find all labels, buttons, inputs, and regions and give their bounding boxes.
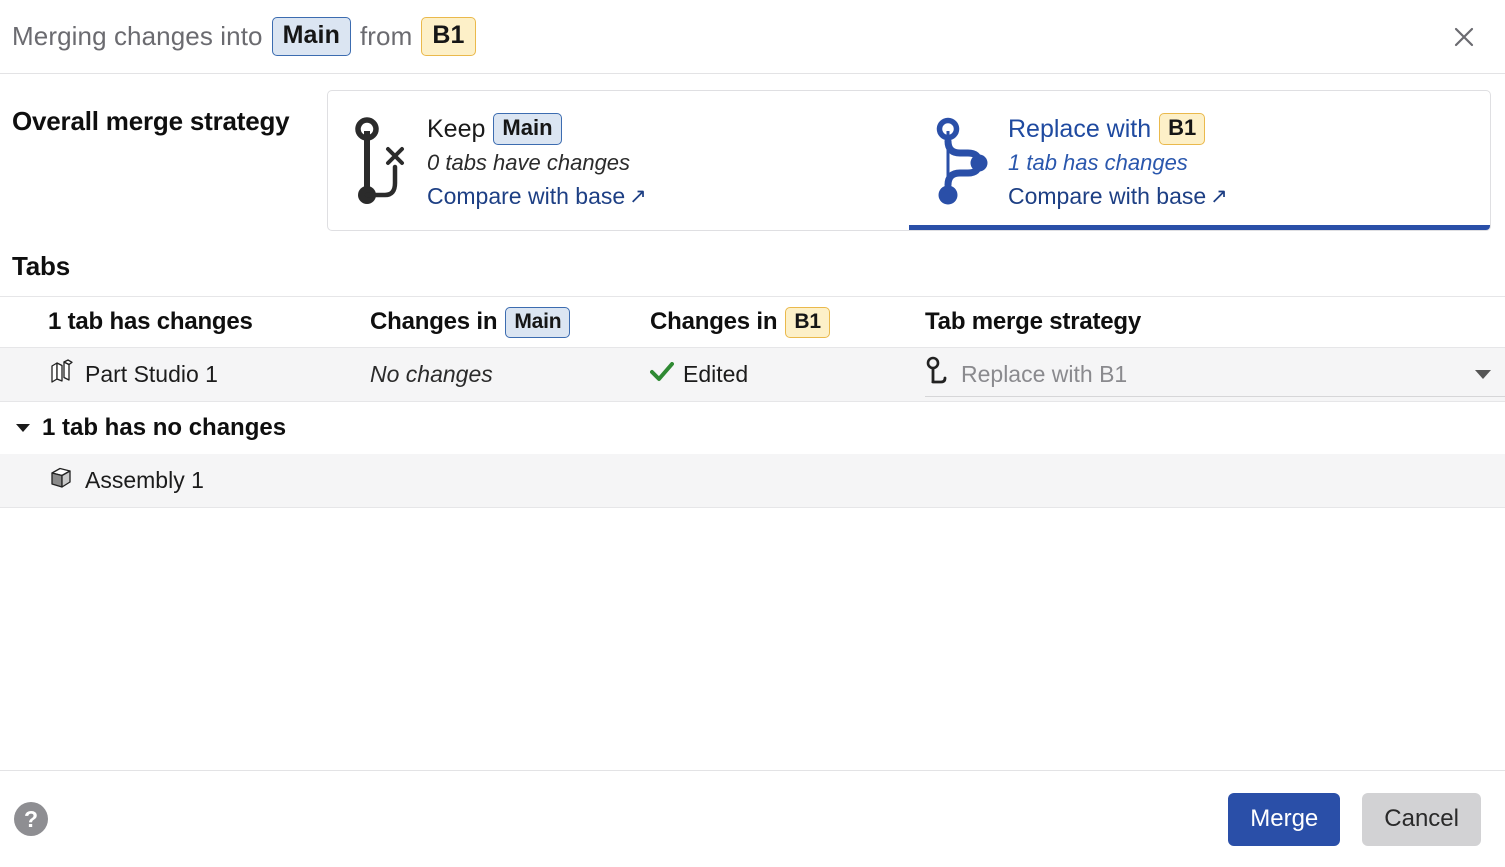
- help-icon[interactable]: ?: [14, 802, 48, 836]
- strategy-option-keep-main-badge: Main: [493, 113, 562, 145]
- branch-small-icon: [925, 356, 951, 393]
- unchanged-group-label: 1 tab has no changes: [42, 414, 287, 441]
- tabs-table: 1 tab has changes Changes in Main Change…: [0, 296, 1505, 508]
- column-header-b1-badge: B1: [785, 306, 830, 338]
- chevron-down-icon[interactable]: [1475, 369, 1491, 379]
- strategy-option-replace-with-b1[interactable]: Replace with B1 1 tab has changes Compar…: [909, 91, 1490, 230]
- row-tab-name-cell: Part Studio 1: [0, 359, 370, 390]
- column-header-changes-in-b1-prefix: Changes in: [650, 308, 778, 335]
- external-link-arrow-icon: ↗: [629, 185, 647, 208]
- title-middle: from: [359, 21, 413, 51]
- compare-with-base-link-main[interactable]: Compare with base ↗: [427, 183, 647, 210]
- tabs-section-title: Tabs: [12, 251, 70, 281]
- check-icon: [650, 362, 674, 387]
- dialog-title: Merging changes into Main from B1: [12, 17, 476, 56]
- title-target-branch-badge: Main: [271, 17, 351, 56]
- strategy-card-group: Keep Main 0 tabs have changes Compare wi…: [327, 90, 1491, 231]
- column-header-changes-in-b1: Changes in B1: [650, 306, 925, 338]
- table-row[interactable]: Assembly 1: [0, 454, 1505, 508]
- caret-down-icon[interactable]: [16, 424, 30, 432]
- strategy-option-replace-with-b1-body: Replace with B1 1 tab has changes Compar…: [1008, 113, 1228, 230]
- strategy-option-replace-with-b1-summary: 1 tab has changes: [1008, 150, 1188, 175]
- row-tab-name: Part Studio 1: [85, 361, 218, 387]
- external-link-arrow-icon: ↗: [1210, 185, 1228, 208]
- unchanged-group-header[interactable]: 1 tab has no changes: [0, 402, 1505, 454]
- compare-with-base-label-main: Compare with base: [427, 183, 626, 209]
- strategy-option-keep-main-action: Keep: [427, 114, 486, 143]
- footer-actions: Merge Cancel: [1228, 792, 1481, 846]
- strategy-option-keep-main-title: Keep Main: [427, 113, 647, 145]
- title-prefix: Merging changes into: [12, 21, 263, 51]
- compare-with-base-label-b1: Compare with base: [1008, 183, 1207, 209]
- branch-merge-icon: [934, 113, 990, 230]
- title-source-branch-badge: B1: [421, 17, 476, 56]
- column-header-tab: 1 tab has changes: [0, 308, 370, 336]
- column-header-changes-in-b1-group: Changes in B1: [650, 306, 830, 338]
- column-header-tab-merge-strategy-label: Tab merge strategy: [925, 308, 1142, 335]
- compare-with-base-link-b1[interactable]: Compare with base ↗: [1008, 183, 1228, 210]
- column-header-tab-merge-strategy: Tab merge strategy: [925, 308, 1505, 336]
- merge-button[interactable]: Merge: [1228, 792, 1341, 846]
- strategy-option-replace-with-b1-title: Replace with B1: [1008, 113, 1228, 145]
- table-row[interactable]: Part Studio 1 No changes Edited Replace …: [0, 348, 1505, 402]
- close-icon[interactable]: [1447, 20, 1481, 54]
- tabs-table-header: 1 tab has changes Changes in Main Change…: [0, 296, 1505, 348]
- row-changes-in-main-value: No changes: [370, 361, 493, 387]
- merge-dialog: Merging changes into Main from B1 Overal…: [0, 0, 1505, 867]
- tab-merge-strategy-dropdown[interactable]: Replace with B1: [925, 353, 1505, 397]
- strategy-option-keep-main-body: Keep Main 0 tabs have changes Compare wi…: [427, 113, 647, 230]
- tab-merge-strategy-value: Replace with B1: [961, 360, 1128, 387]
- column-header-main-badge: Main: [505, 306, 571, 338]
- strategy-option-keep-main[interactable]: Keep Main 0 tabs have changes Compare wi…: [328, 91, 909, 230]
- strategy-option-replace-with-b1-badge: B1: [1159, 113, 1206, 145]
- strategy-option-keep-main-summary: 0 tabs have changes: [427, 150, 631, 175]
- overall-merge-strategy-label: Overall merge strategy: [12, 106, 290, 136]
- dialog-header: Merging changes into Main from B1: [0, 0, 1505, 74]
- row-changes-in-b1-value: Edited: [683, 361, 749, 387]
- overall-merge-strategy-section: Overall merge strategy Keep Main 0 tabs …: [0, 74, 1505, 231]
- part-studio-icon: [48, 359, 74, 390]
- column-header-changes-in-main-group: Changes in Main: [370, 306, 571, 338]
- dialog-footer: ? Merge Cancel: [0, 770, 1505, 867]
- strategy-option-replace-with-b1-action: Replace with: [1008, 114, 1152, 143]
- column-header-tab-label: 1 tab has changes: [48, 308, 253, 335]
- row-tab-name-cell: Assembly 1: [0, 465, 370, 496]
- row-tab-name: Assembly 1: [85, 467, 204, 493]
- cancel-button[interactable]: Cancel: [1362, 792, 1481, 846]
- branch-discard-icon: [353, 113, 409, 230]
- row-changes-in-main-cell: No changes: [370, 361, 650, 388]
- row-strategy-cell: Replace with B1: [925, 353, 1505, 397]
- assembly-icon: [48, 465, 74, 496]
- column-header-changes-in-main-prefix: Changes in: [370, 308, 498, 335]
- row-changes-in-b1-cell: Edited: [650, 361, 925, 388]
- column-header-changes-in-main: Changes in Main: [370, 306, 650, 338]
